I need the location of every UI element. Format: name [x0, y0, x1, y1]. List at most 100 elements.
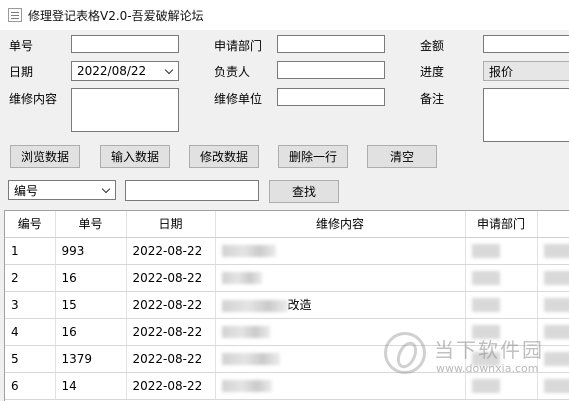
cell-date: 2022-08-22 [126, 372, 216, 400]
amount-input[interactable] [483, 35, 569, 53]
delete-row-button[interactable]: 删除一行 [278, 145, 348, 168]
cell-date: 2022-08-22 [126, 345, 216, 373]
cell-content [215, 372, 466, 400]
cell-id: 4 [5, 318, 56, 346]
cell-order: 14 [55, 372, 127, 400]
column-header-order[interactable]: 单号 [55, 211, 127, 238]
cell-date: 2022-08-22 [126, 237, 216, 265]
redacted-content [221, 353, 280, 365]
cell-content [215, 345, 466, 373]
order-no-input[interactable] [71, 35, 179, 53]
search-field-select[interactable]: 编号 [8, 180, 116, 200]
cell-order: 993 [55, 237, 127, 265]
owner-input[interactable] [277, 61, 385, 79]
window-title: 修理登记表格V2.0-吾爱破解论坛 [28, 8, 204, 23]
redacted-content [543, 351, 569, 366]
redacted-content [471, 324, 500, 339]
cell-order: 16 [55, 264, 127, 292]
content-text: 改造 [287, 298, 312, 312]
cell-extra [537, 318, 569, 346]
cell-date: 2022-08-22 [126, 318, 216, 346]
progress-select[interactable]: 报价 [483, 61, 569, 81]
column-header-id[interactable]: 编号 [5, 211, 56, 238]
redacted-content [471, 270, 500, 285]
cell-date: 2022-08-22 [126, 264, 216, 292]
cell-extra [537, 345, 569, 373]
redacted-content [471, 351, 500, 366]
amount-label: 金额 [420, 39, 445, 53]
cell-content [215, 264, 466, 292]
records-table[interactable]: 编号 单号 日期 维修内容 申请部门 1 993 2022-08-22 2 16… [4, 210, 569, 401]
cell-extra [537, 372, 569, 400]
cell-extra [537, 291, 569, 319]
column-header-date[interactable]: 日期 [126, 211, 216, 238]
chevron-down-icon[interactable] [101, 184, 111, 194]
cell-order: 15 [55, 291, 127, 319]
redacted-content [543, 243, 569, 258]
clear-button[interactable]: 清空 [367, 145, 437, 168]
modify-data-button[interactable]: 修改数据 [189, 145, 259, 168]
redacted-content [221, 326, 270, 338]
repair-content-label: 维修内容 [9, 92, 58, 106]
redacted-content [543, 324, 569, 339]
table-row[interactable]: 2 16 2022-08-22 [5, 264, 569, 292]
table-header: 编号 单号 日期 维修内容 申请部门 [5, 211, 569, 238]
repair-unit-label: 维修单位 [214, 92, 263, 106]
department-input[interactable] [277, 35, 385, 53]
window-titlebar: 修理登记表格V2.0-吾爱破解论坛 [0, 0, 569, 30]
redacted-content [543, 378, 569, 393]
cell-content [215, 318, 466, 346]
cell-order: 16 [55, 318, 127, 346]
redacted-content [471, 243, 500, 258]
search-button[interactable]: 查找 [269, 180, 339, 203]
cell-department [465, 291, 538, 319]
redacted-content [543, 270, 569, 285]
table-row[interactable]: 4 16 2022-08-22 [5, 318, 569, 346]
column-header-content[interactable]: 维修内容 [215, 211, 466, 238]
cell-department [465, 372, 538, 400]
cell-id: 1 [5, 237, 56, 265]
cell-department [465, 237, 538, 265]
progress-label: 进度 [420, 65, 445, 79]
cell-id: 6 [5, 372, 56, 400]
date-value: 2022/08/22 [77, 64, 147, 78]
cell-id: 3 [5, 291, 56, 319]
table-row[interactable]: 6 14 2022-08-22 [5, 372, 569, 400]
table-row[interactable]: 3 15 2022-08-22 改造 [5, 291, 569, 319]
department-label: 申请部门 [214, 39, 263, 53]
cell-id: 2 [5, 264, 56, 292]
column-header-extra [537, 211, 569, 238]
search-field-value: 编号 [14, 183, 39, 198]
redacted-content [471, 378, 500, 393]
column-header-department[interactable]: 申请部门 [465, 211, 538, 238]
table-row[interactable]: 1 993 2022-08-22 [5, 237, 569, 265]
date-label: 日期 [9, 65, 34, 79]
cell-date: 2022-08-22 [126, 291, 216, 319]
form-app-icon [8, 8, 22, 22]
cell-content [215, 237, 466, 265]
owner-label: 负责人 [214, 65, 251, 79]
cell-extra [537, 237, 569, 265]
cell-order: 1379 [55, 345, 127, 373]
order-no-label: 单号 [9, 39, 34, 53]
search-input[interactable] [125, 180, 259, 201]
repair-unit-input[interactable] [277, 88, 385, 106]
cell-extra [537, 264, 569, 292]
progress-value: 报价 [489, 64, 514, 79]
redacted-content [221, 299, 288, 312]
remark-textarea[interactable] [483, 88, 569, 142]
redacted-content [221, 380, 272, 392]
browse-data-button[interactable]: 浏览数据 [10, 145, 80, 168]
cell-content: 改造 [215, 291, 466, 319]
chevron-down-icon[interactable] [164, 65, 174, 75]
redacted-content [471, 297, 500, 312]
input-data-button[interactable]: 输入数据 [100, 145, 170, 168]
cell-id: 5 [5, 345, 56, 373]
date-picker[interactable]: 2022/08/22 [71, 61, 179, 81]
redacted-content [221, 272, 262, 284]
remark-label: 备注 [420, 92, 445, 106]
repair-content-textarea[interactable] [71, 88, 179, 132]
cell-department [465, 318, 538, 346]
table-row[interactable]: 5 1379 2022-08-22 [5, 345, 569, 373]
redacted-content [543, 297, 569, 312]
